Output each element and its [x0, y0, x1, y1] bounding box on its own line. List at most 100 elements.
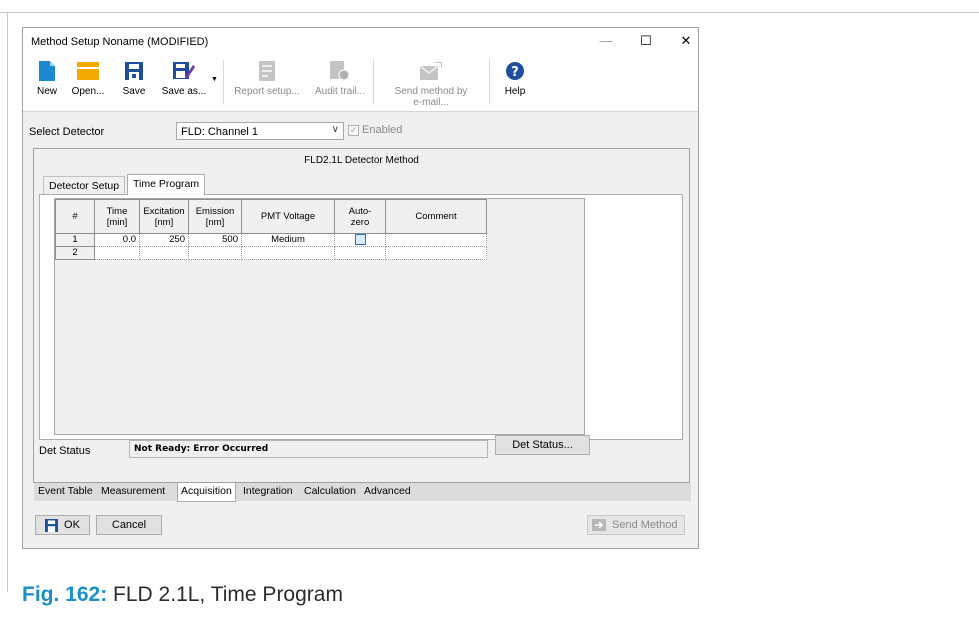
tab-acquisition[interactable]: Acquisition: [177, 483, 236, 502]
pmt-voltage-cell[interactable]: Medium: [241, 232, 335, 248]
figure-caption: Fig. 162: FLD 2.1L, Time Program: [22, 583, 343, 607]
column-header-text: Comment: [415, 211, 457, 222]
time-cell[interactable]: [94, 246, 140, 261]
toolbar: New Open... Save Save as... ▼ Report set…: [23, 56, 698, 112]
help-label: Help: [504, 86, 526, 97]
toolbar-separator: [373, 60, 374, 104]
new-document-icon: [29, 60, 65, 82]
select-detector-label: Select Detector: [29, 126, 105, 138]
floppy-disk-icon: [117, 60, 151, 82]
toolbar-separator: [223, 60, 224, 104]
method-title: FLD2.1L Detector Method: [304, 155, 419, 166]
window-title: Method Setup Noname (MODIFIED): [31, 36, 209, 48]
cancel-button[interactable]: Cancel: [96, 515, 162, 535]
tab-advanced[interactable]: Advanced: [364, 485, 411, 497]
help-button[interactable]: ? Help: [497, 60, 533, 97]
audit-trail-label: Audit trail...: [314, 86, 366, 97]
new-label: New: [36, 86, 57, 97]
column-header: Comment: [385, 199, 487, 234]
tab-event-table[interactable]: Event Table: [38, 485, 93, 497]
maximize-button[interactable]: ☐: [631, 33, 661, 51]
tab-measurement[interactable]: Measurement: [101, 485, 165, 497]
column-header-text: PMT Voltage: [260, 211, 316, 222]
row-number-cell[interactable]: 2: [55, 246, 95, 261]
svg-text:?: ?: [511, 65, 519, 80]
autozero-checkbox[interactable]: [354, 234, 366, 245]
detector-select-value: FLD: Channel 1: [181, 126, 259, 138]
det-status-value: Not Ready: Error Occurred: [129, 440, 488, 458]
tab-detector-setup[interactable]: Detector Setup: [43, 176, 126, 194]
send-method-email-label-1: Send method by: [394, 86, 468, 97]
column-header-text: [nm]: [205, 216, 225, 228]
detector-select[interactable]: FLD: Channel 1 ∨: [176, 122, 344, 140]
tab-time-program[interactable]: Time Program: [127, 174, 206, 195]
send-method-by-email-button[interactable]: Send method by e-mail...: [381, 60, 481, 108]
close-button[interactable]: ✕: [671, 33, 701, 51]
open-button[interactable]: Open...: [65, 60, 111, 97]
tab-calculation[interactable]: Calculation: [304, 485, 356, 497]
comment-cell[interactable]: [385, 246, 487, 261]
column-header: Excitation [nm]: [139, 199, 189, 234]
report-setup-label: Report setup...: [234, 86, 300, 97]
title-bar: Method Setup Noname (MODIFIED) — ☐ ✕: [23, 28, 698, 56]
open-label: Open...: [71, 86, 105, 97]
save-as-dropdown-icon[interactable]: ▼: [211, 76, 218, 83]
excitation-cell[interactable]: 250: [139, 232, 189, 248]
chevron-down-icon: ∨: [331, 124, 339, 135]
save-as-label: Save as...: [161, 86, 207, 97]
floppy-disk-icon: [45, 518, 59, 532]
page-top-rule: [0, 12, 979, 13]
audit-trail-icon: [309, 60, 371, 82]
pmt-voltage-cell[interactable]: [241, 246, 335, 261]
save-label: Save: [122, 86, 146, 97]
tab-integration[interactable]: Integration: [243, 485, 293, 497]
checkmark-icon: ✓: [348, 124, 359, 136]
column-header: Time [min]: [94, 199, 140, 234]
method-setup-window: Method Setup Noname (MODIFIED) — ☐ ✕ New…: [22, 27, 699, 549]
time-cell[interactable]: 0.0: [94, 232, 140, 248]
audit-trail-button[interactable]: Audit trail...: [309, 60, 371, 97]
column-header-text: [nm]: [154, 216, 174, 228]
excitation-cell[interactable]: [139, 246, 189, 261]
help-icon: ?: [497, 60, 533, 82]
figure-caption-label: Fig. 162:: [22, 583, 108, 606]
table-row[interactable]: 1 0.0 250 500 Medium: [55, 232, 487, 248]
column-header-text: Time: [106, 205, 128, 217]
toolbar-separator: [489, 60, 490, 104]
emission-cell[interactable]: 500: [188, 232, 242, 248]
time-program-tab-body: # Time [min] Excitation [nm] Emission [nm] PMT …: [39, 194, 683, 440]
report-setup-button[interactable]: Report setup...: [227, 60, 307, 97]
enabled-checkbox[interactable]: ✓ Enabled: [348, 124, 402, 136]
column-header: Auto-zero: [334, 199, 386, 234]
table-row[interactable]: 2: [55, 246, 487, 261]
autozero-cell[interactable]: [334, 246, 386, 261]
method-section-tabs: Event Table Measurement Acquisition Integra…: [34, 483, 691, 502]
report-icon: [227, 60, 307, 82]
send-method-button[interactable]: Send Method: [587, 515, 685, 535]
column-header-text: zero: [350, 216, 370, 228]
column-header-text: Auto-: [348, 205, 372, 217]
send-method-label: Send Method: [612, 519, 678, 531]
send-icon: [592, 519, 606, 531]
save-button[interactable]: Save: [117, 60, 151, 97]
save-as-button[interactable]: Save as...: [159, 60, 209, 97]
column-header: PMT Voltage: [241, 199, 335, 234]
comment-cell[interactable]: [385, 232, 487, 248]
detector-method-panel: FLD2.1L Detector Method Detector Setup T…: [33, 148, 690, 483]
autozero-cell[interactable]: [334, 232, 386, 248]
det-status-button[interactable]: Det Status...: [495, 435, 590, 455]
emission-cell[interactable]: [188, 246, 242, 261]
folder-icon: [65, 60, 111, 82]
time-program-grid: # Time [min] Excitation [nm] Emission [nm] PMT …: [54, 198, 585, 435]
time-program-table: # Time [min] Excitation [nm] Emission [nm] PMT …: [55, 199, 487, 261]
enabled-label: Enabled: [362, 124, 403, 136]
ok-label: OK: [64, 519, 80, 531]
column-header-text: #: [72, 211, 78, 222]
det-status-label: Det Status: [39, 445, 91, 457]
minimize-button[interactable]: —: [591, 33, 621, 51]
ok-button[interactable]: OK: [35, 515, 90, 535]
column-header: #: [55, 199, 95, 234]
column-header: Emission [nm]: [188, 199, 242, 234]
row-number-cell[interactable]: 1: [55, 232, 95, 248]
new-button[interactable]: New: [29, 60, 65, 97]
